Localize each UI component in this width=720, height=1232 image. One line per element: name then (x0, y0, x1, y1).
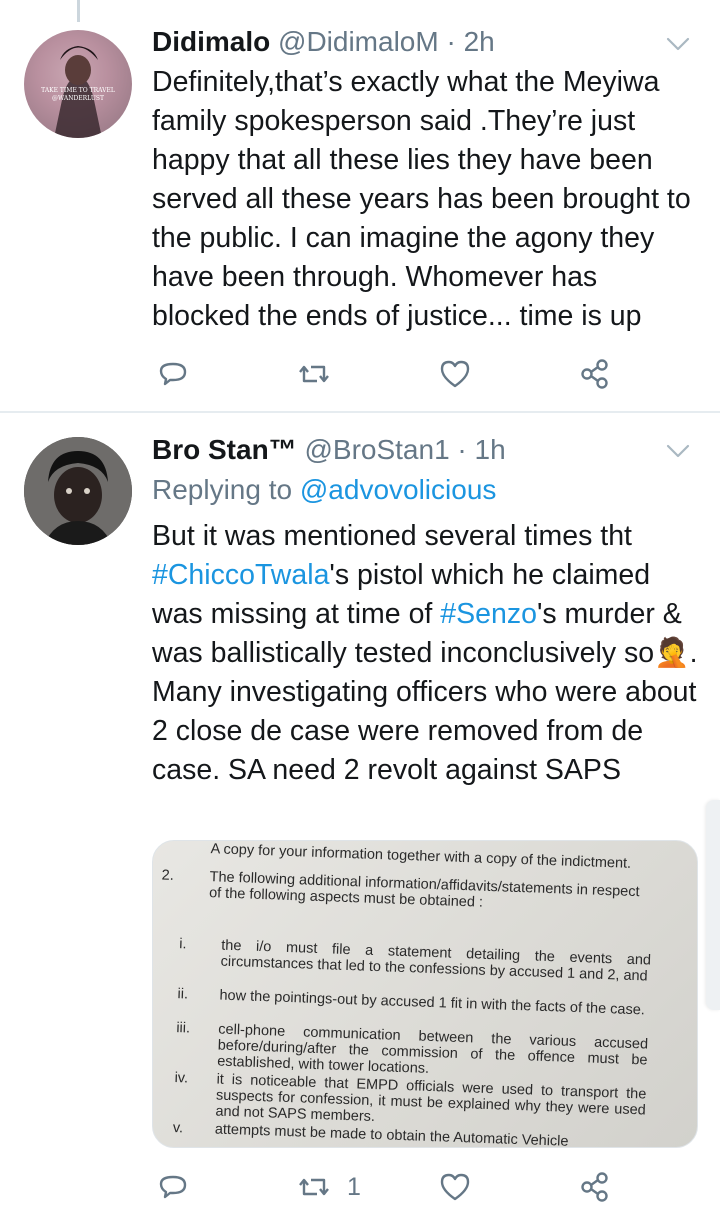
facepalm-emoji: 🤦 (654, 637, 690, 669)
handle[interactable]: @BroStan1 (304, 434, 449, 465)
display-name[interactable]: Bro Stan™ (152, 434, 297, 465)
document-subitem-number: ii. (177, 986, 189, 1003)
tweet-header: Bro Stan™ @BroStan1 · 1h (152, 432, 506, 468)
reply-icon (159, 1175, 187, 1199)
document-subitem-number: v. (172, 1120, 184, 1137)
share-icon (581, 359, 608, 389)
tweet-header: Didimalo @DidimaloM · 2h (152, 24, 495, 60)
retweet-icon (299, 1178, 329, 1196)
hashtag-link[interactable]: #ChiccoTwala (152, 559, 329, 591)
document-subitem-number: i. (179, 936, 187, 953)
share-button[interactable] (578, 1167, 612, 1207)
share-icon (581, 1172, 608, 1202)
hashtag-link[interactable]: #Senzo (440, 598, 537, 630)
avatar[interactable] (24, 437, 132, 545)
document-subitem-text: how the pointings-out by accused 1 fit i… (219, 987, 646, 1019)
tweet-text: Definitely,that’s exactly what the Meyiw… (152, 66, 691, 332)
retweet-button[interactable]: 1 (297, 1167, 361, 1207)
scrollbar[interactable] (706, 800, 720, 1010)
tweet[interactable]: TAKE TIME TO TRAVEL @WANDERLUST Didimalo… (0, 0, 720, 412)
document-subitem-text: the i/o must file a statement detailing … (220, 937, 652, 985)
avatar-caption: @WANDERLUST (52, 95, 104, 102)
document-subitem-number: iii. (176, 1020, 191, 1037)
text-segment: But it was mentioned several times tht (152, 520, 632, 552)
separator-dot: · (446, 26, 456, 57)
tweet-text: But it was mentioned several times tht #… (152, 517, 700, 790)
retweet-count: 1 (347, 1172, 361, 1201)
tweet-actions (152, 354, 692, 394)
document-subitem-number: iv. (174, 1070, 189, 1087)
tweet-image[interactable]: A copy for your information together wit… (152, 840, 698, 1148)
document-photo: A copy for your information together wit… (153, 841, 697, 1147)
share-button[interactable] (578, 354, 612, 394)
document-line: A copy for your information together wit… (210, 841, 632, 872)
retweet-icon (299, 365, 329, 383)
like-icon (440, 360, 470, 388)
separator-dot: · (457, 434, 467, 465)
reply-button[interactable] (156, 354, 190, 394)
retweet-button[interactable] (297, 354, 331, 394)
display-name[interactable]: Didimalo (152, 26, 270, 57)
avatar-photo (54, 46, 102, 138)
chevron-down-icon[interactable] (664, 437, 692, 465)
handle[interactable]: @DidimaloM (278, 26, 439, 57)
avatar-caption: TAKE TIME TO TRAVEL (41, 87, 115, 94)
reply-button[interactable] (156, 1167, 190, 1207)
tweet-actions: 1 (152, 1167, 692, 1207)
chevron-down-icon[interactable] (664, 30, 692, 58)
like-button[interactable] (438, 354, 472, 394)
avatar[interactable]: TAKE TIME TO TRAVEL @WANDERLUST (24, 30, 132, 138)
avatar-photo (24, 437, 132, 545)
like-icon (440, 1173, 470, 1201)
reply-icon (159, 362, 187, 386)
document-item-text: The following additional information/aff… (208, 869, 640, 911)
replying-to-link[interactable]: @advovolicious (300, 474, 497, 505)
replying-to-line: Replying to @advovolicious (152, 472, 496, 508)
document-item-number: 2. (161, 867, 175, 884)
like-button[interactable] (438, 1167, 472, 1207)
timestamp[interactable]: 2h (464, 26, 495, 57)
timestamp[interactable]: 1h (475, 434, 506, 465)
replying-to-label: Replying to (152, 474, 293, 505)
